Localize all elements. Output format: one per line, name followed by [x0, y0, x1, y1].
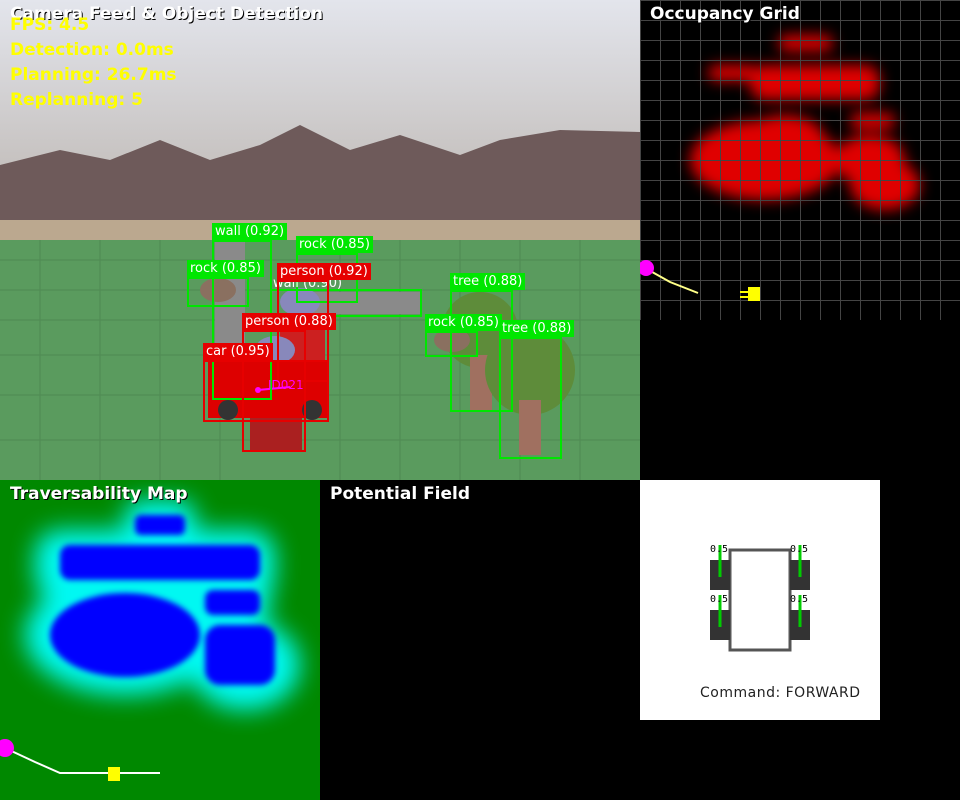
potential-field-panel: Potential Field — [320, 480, 640, 800]
detection-time: Detection: 0.0ms — [10, 40, 174, 60]
traversability-panel: Traversability Map — [0, 480, 320, 800]
camera-panel: wall (0.92) rock (0.85) rock (0.85) wall… — [0, 0, 640, 480]
detection-label: person (0.92) — [277, 263, 371, 280]
detection-label: tree (0.88) — [499, 320, 575, 337]
detection-box-tree: tree (0.88) — [499, 320, 575, 459]
detection-box-rock: rock (0.85) — [425, 314, 502, 357]
occupancy-panel: Occupancy Grid — [640, 0, 960, 480]
occupancy-grid — [640, 0, 960, 320]
command-readout: Command: FORWARD — [700, 685, 861, 701]
detection-box-rock: rock (0.85) — [187, 260, 264, 307]
panel-title: Potential Field — [330, 484, 471, 504]
track-id: ID021 — [268, 378, 304, 392]
detection-label: rock (0.85) — [425, 314, 502, 331]
wheel-speed-rear-right: 0.5 — [790, 594, 809, 605]
planning-time: Planning: 26.7ms — [10, 65, 177, 85]
panel-title: Traversability Map — [10, 484, 188, 504]
detection-label: tree (0.88) — [450, 273, 526, 290]
wheel-speed-rear-left: 0.5 — [710, 594, 729, 605]
replanning-count: Replanning: 5 — [10, 90, 143, 110]
detection-label: car (0.95) — [203, 343, 273, 360]
fps-readout: FPS: 4.5 — [10, 15, 90, 35]
robot-diagram — [710, 545, 810, 652]
detection-label: wall (0.92) — [212, 223, 288, 240]
wheel-speed-front-right: 0.5 — [790, 544, 809, 555]
robot-status-panel: 0.5 0.5 0.5 0.5 Command: FORWARD — [640, 480, 880, 720]
detection-label: person (0.88) — [242, 313, 336, 330]
wheel-speed-front-left: 0.5 — [710, 544, 729, 555]
panel-title: Occupancy Grid — [650, 4, 800, 24]
detection-box-car: car (0.95) — [203, 343, 329, 422]
detection-label: rock (0.85) — [296, 236, 373, 253]
traversability-map — [0, 500, 300, 781]
detection-label: rock (0.85) — [187, 260, 264, 277]
robot-body — [728, 548, 792, 652]
